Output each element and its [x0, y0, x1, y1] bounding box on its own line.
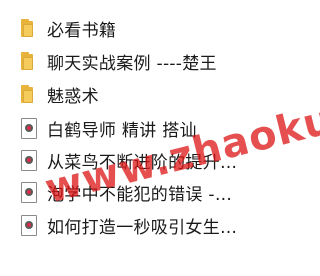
item-label: 白鹤导师 精讲 搭讪 — [47, 120, 197, 141]
item-label: 必看书籍 — [47, 20, 117, 41]
folder-icon — [17, 50, 39, 72]
list-item-folder[interactable]: 聊天实战案例 ----楚王 — [17, 46, 273, 76]
video-file-icon — [17, 149, 39, 171]
item-label: 如何打造一秒吸引女生… — [47, 217, 238, 238]
item-label: 从菜鸟不断进阶的提升… — [47, 152, 238, 173]
list-item-video[interactable]: 白鹤导师 精讲 搭讪 — [17, 113, 273, 143]
item-label: 泡学中不能犯的错误 -… — [47, 184, 233, 205]
list-item-folder[interactable]: 必看书籍 — [17, 13, 273, 43]
list-item-video[interactable]: 泡学中不能犯的错误 -… — [17, 177, 273, 207]
folder-icon — [17, 83, 39, 105]
video-file-icon — [17, 117, 39, 139]
list-item-folder[interactable]: 魅惑术 — [17, 79, 273, 109]
item-label: 魅惑术 — [47, 86, 99, 107]
item-label: 聊天实战案例 ----楚王 — [47, 53, 217, 74]
folder-icon — [17, 17, 39, 39]
list-item-video[interactable]: 如何打造一秒吸引女生… — [17, 210, 273, 240]
list-item-video[interactable]: 从菜鸟不断进阶的提升… — [17, 145, 273, 175]
video-file-icon — [17, 214, 39, 236]
video-file-icon — [17, 181, 39, 203]
